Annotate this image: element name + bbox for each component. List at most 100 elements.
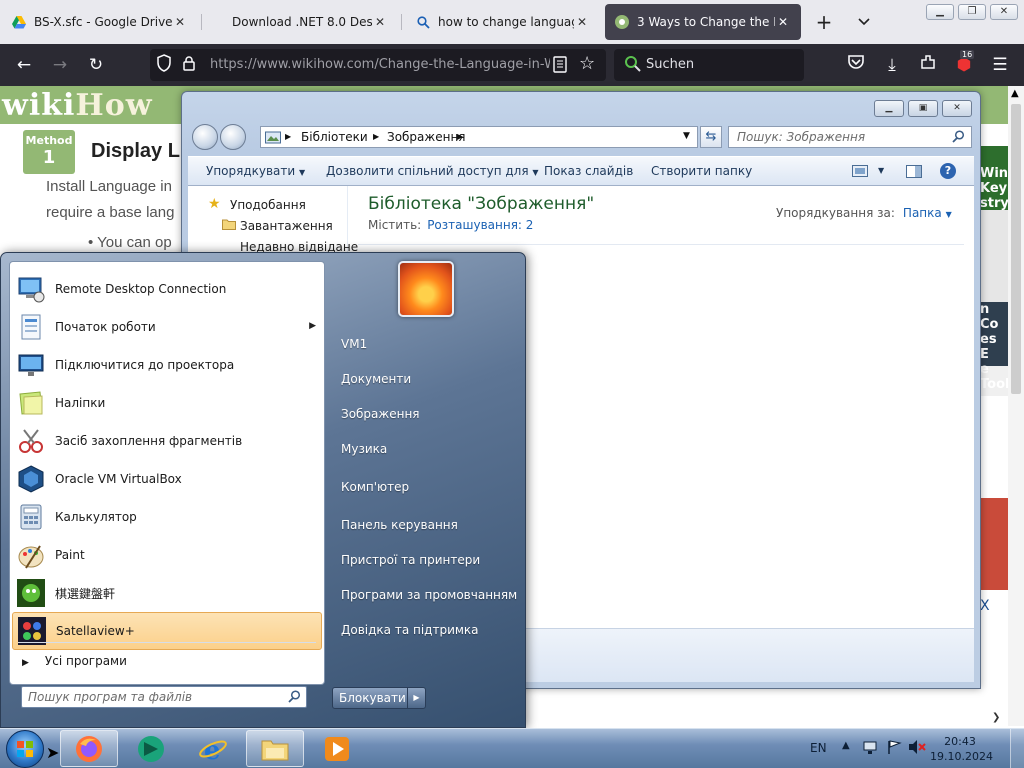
power-options-arrow[interactable]: ▶ [407, 688, 425, 708]
locations-link[interactable]: Розташування: 2 [427, 218, 533, 232]
start-search-input[interactable]: Пошук програм та файлів [21, 686, 307, 708]
address-bar[interactable]: ▶ Бібліотеки ▶ Зображення ▶ ▼ [260, 126, 698, 148]
extensions-icon[interactable] [916, 53, 940, 77]
start-link-music[interactable]: Музика [341, 442, 387, 456]
search-icon[interactable] [288, 690, 301, 706]
program-virtualbox[interactable]: Oracle VM VirtualBox [12, 460, 322, 498]
url-bar[interactable]: https://www.wikihow.com/Change-the-Langu… [150, 49, 606, 81]
breadcrumb-arrow[interactable]: ▶ [373, 132, 379, 141]
lock-button[interactable]: Блокувати ▶ [332, 687, 426, 709]
search-bar[interactable]: Suchen [614, 49, 804, 81]
program-paint[interactable]: Paint [12, 536, 322, 574]
taskbar-internet-explorer[interactable]: e [184, 730, 242, 767]
address-dropdown[interactable]: ▼ [683, 131, 690, 141]
close-icon[interactable]: ✕ [372, 15, 388, 29]
breadcrumb-pictures[interactable]: Зображення [387, 130, 466, 144]
program-projector[interactable]: Підключитися до проектора [12, 346, 322, 384]
help-icon[interactable]: ? [940, 163, 956, 179]
start-link-pictures[interactable]: Зображення [341, 407, 420, 421]
back-button[interactable]: ← [12, 53, 36, 77]
tab-google-drive[interactable]: BS-X.sfc - Google Drive ✕ [2, 4, 198, 40]
scrollbar-thumb[interactable] [1011, 104, 1021, 394]
start-link-control-panel[interactable]: Панель керування [341, 518, 458, 532]
new-folder-button[interactable]: Створити папку [651, 164, 752, 178]
download-icon[interactable]: ⤓ [880, 53, 904, 77]
divider [358, 244, 964, 245]
network-icon[interactable] [862, 739, 878, 758]
breadcrumb-arrow[interactable]: ▶ [457, 132, 463, 141]
slideshow-button[interactable]: Показ слайдів [544, 164, 633, 178]
change-view-icon[interactable] [852, 165, 868, 180]
close-window-button[interactable]: ✕ [990, 4, 1018, 20]
action-center-flag-icon[interactable] [886, 739, 902, 758]
page-scrollbar[interactable]: ▲ [1008, 86, 1024, 726]
nav-favorites[interactable]: Уподобання [230, 198, 306, 212]
close-icon[interactable]: ✕ [574, 15, 590, 29]
shield-icon[interactable] [156, 54, 172, 75]
user-picture[interactable] [398, 261, 454, 317]
tab-search[interactable]: how to change language on ✕ [406, 4, 600, 40]
close-ad-text[interactable]: X [980, 598, 990, 614]
close-icon[interactable]: ✕ [775, 15, 791, 29]
breadcrumb-arrow[interactable]: ▶ [285, 132, 291, 141]
minimize-button[interactable]: ▁ [874, 100, 904, 117]
start-link-default-programs[interactable]: Програми за промовчанням [341, 588, 517, 602]
back-button[interactable] [192, 124, 218, 150]
search-icon[interactable] [952, 130, 965, 146]
taskbar-explorer[interactable] [246, 730, 304, 767]
program-sticky-notes[interactable]: Наліпки [12, 384, 322, 422]
close-icon[interactable]: ✕ [172, 15, 188, 29]
program-remote-desktop[interactable]: Remote Desktop Connection [12, 270, 322, 308]
refresh-button[interactable]: ⇆ [700, 126, 722, 148]
scroll-right-arrow[interactable]: ❯ [992, 712, 1000, 723]
pocket-icon[interactable] [844, 53, 868, 77]
all-programs-button[interactable]: ▶ Усі програми [22, 654, 127, 668]
scroll-up-arrow[interactable]: ▲ [1011, 88, 1019, 99]
maximize-button[interactable]: ❐ [958, 4, 986, 20]
bookmark-star-icon[interactable]: ☆ [579, 53, 595, 74]
reload-button[interactable]: ↻ [84, 53, 108, 77]
taskbar-media-player[interactable] [308, 730, 366, 767]
program-getting-started[interactable]: Початок роботи ▶ [12, 308, 322, 346]
taskbar-app[interactable] [122, 730, 180, 767]
forward-button[interactable] [220, 124, 246, 150]
language-indicator[interactable]: EN [810, 741, 827, 755]
program-snipping-tool[interactable]: Засіб захоплення фрагментів [12, 422, 322, 460]
menu-icon[interactable]: ☰ [988, 53, 1012, 77]
view-dropdown-icon[interactable]: ▼ [878, 166, 884, 175]
arrange-dropdown[interactable]: Папка ▼ [903, 206, 952, 220]
start-button[interactable] [6, 730, 44, 768]
preview-pane-icon[interactable] [906, 165, 922, 181]
program-calculator[interactable]: Калькулятор [12, 498, 322, 536]
start-link-documents[interactable]: Документи [341, 372, 411, 386]
sidebar-ad[interactable]: Win Key stry n Co es E e Tool [980, 146, 1008, 396]
breadcrumb-libraries[interactable]: Бібліотеки [301, 130, 368, 144]
nav-downloads[interactable]: Завантаження [240, 219, 333, 233]
start-link-computer[interactable]: Комп'ютер [341, 480, 409, 494]
remote-desktop-icon [15, 273, 47, 305]
show-desktop-button[interactable] [1010, 729, 1024, 768]
tab-list-button[interactable] [852, 10, 876, 34]
start-link-devices-printers[interactable]: Пристрої та принтери [341, 553, 480, 567]
volume-muted-icon[interactable] [908, 739, 926, 758]
maximize-button[interactable]: ▣ [908, 100, 938, 117]
program-satellaview[interactable]: Satellaview+ [12, 612, 322, 650]
explorer-search-input[interactable]: Пошук: Зображення [728, 126, 972, 148]
new-tab-button[interactable]: + [812, 10, 836, 34]
clock[interactable]: 20:43 19.10.2024 [930, 734, 993, 764]
program-game[interactable]: 棋選鍵盤軒 [12, 574, 322, 612]
share-with-button[interactable]: Дозволити спільний доступ для ▼ [326, 164, 539, 178]
organize-button[interactable]: Упорядкувати ▼ [206, 164, 305, 178]
taskbar-firefox[interactable] [60, 730, 118, 767]
lock-icon[interactable] [182, 55, 196, 75]
show-hidden-icons[interactable]: ▲ [842, 740, 850, 751]
close-window-button[interactable]: ✕ [942, 100, 972, 117]
start-link-help[interactable]: Довідка та підтримка [341, 623, 479, 637]
tab-dotnet[interactable]: Download .NET 8.0 Desktop ✕ [206, 4, 398, 40]
wikihow-logo[interactable]: wikiHow [2, 88, 153, 123]
reader-view-icon[interactable] [553, 56, 567, 76]
forward-button[interactable]: → [48, 53, 72, 77]
tab-wikihow[interactable]: 3 Ways to Change the Lang ✕ [605, 4, 801, 40]
minimize-button[interactable]: ▁ [926, 4, 954, 20]
start-link-user[interactable]: VM1 [341, 337, 367, 351]
